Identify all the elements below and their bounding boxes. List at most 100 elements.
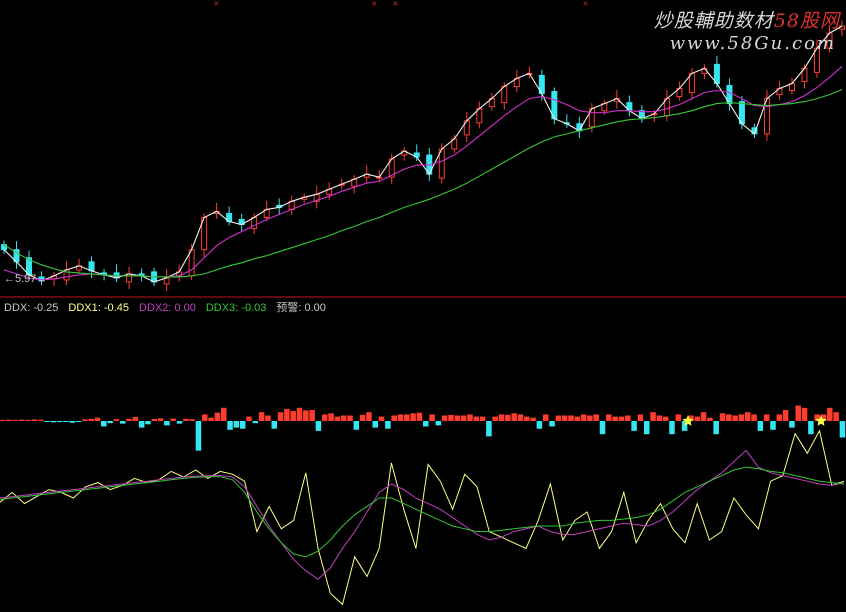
ddx-bar-positive [656,415,663,421]
ddx-bar-positive [277,412,284,421]
ddx-bar-positive [448,414,454,421]
ddx-bar-positive [751,414,757,421]
ddx-bar-positive [214,412,221,421]
ddx-bar-positive [284,408,290,421]
ddx-bar-positive [6,419,12,421]
ddx-bar-negative [372,421,379,428]
ddx-bar-positive [542,414,549,421]
ddx-bar-positive [782,410,789,421]
ddx-bar-positive [606,414,612,421]
ddx-bar-negative [643,421,650,435]
ddx-bar-negative [669,421,675,435]
ddx-bar-negative [227,421,233,430]
ddx-bar-positive [404,414,410,421]
ddx-bar-negative [599,421,606,435]
ddx-bar-negative [101,421,107,427]
ddx-bar-positive [220,407,227,421]
ddx-bar-positive [290,411,296,421]
ddx-bar-positive [574,416,581,421]
ddx-bar-negative [107,421,113,424]
ddx-bar-positive [334,416,341,421]
ddx-bar-negative [713,421,719,435]
ddx-bar-positive [265,415,271,421]
ddx-bar-positive [25,419,31,421]
stock-chart-window: × × × × 炒股輔助数材58股网 www.58Gu.com ←5.97 DDX: … [0,0,846,612]
ddx-bar-negative [423,421,429,427]
ddx-bar-positive [492,416,498,421]
ddx-bar-positive [650,412,656,421]
candle-up [126,273,133,283]
ddx-bar-positive [479,416,486,421]
ddx-bar-positive [208,417,214,421]
ddx-bar-positive [473,416,480,421]
ddx-bar-negative [631,421,637,431]
ddx-bar-positive [31,419,38,421]
ddx-bar-positive [763,414,770,421]
ddx-bar-positive [113,419,120,421]
ddx-bar-positive [744,412,751,421]
ddx-bar-positive [416,412,423,421]
watermark-line1: 炒股輔助数材58股网 [653,10,840,32]
ddx-bar-negative [164,421,170,426]
legend-item: DDX2: 0.00 [138,302,196,314]
ddx-bar-positive [202,414,208,421]
ddx-bar-positive [587,415,593,421]
ddx-bar-positive [391,415,397,421]
top-marker: × [392,0,399,8]
legend-item: DDX1: -0.45 [68,302,129,314]
watermark-url: www.58Gu.com [669,33,836,54]
ddx-bar-positive [347,415,353,421]
ddx-bar-negative [195,421,202,451]
ddx-bar-positive [795,405,802,421]
ddx-bar-positive [170,418,176,421]
ddx-bar-positive [132,417,139,421]
ddx-bar-negative [435,421,442,426]
ddx-bar-negative [63,421,69,422]
ddx3-line [0,466,845,558]
top-marker: × [213,0,220,8]
ddx-bar-positive [833,412,839,421]
ddx-bar-positive [397,414,404,421]
ddx-bar-positive [37,419,44,421]
ddx-bar-positive [0,419,6,421]
ddx-bar-negative [44,421,50,422]
ddx-bar-positive [429,414,435,421]
ddx-bar-positive [719,413,726,421]
ddx-bar-positive [366,412,372,421]
ddx-bar-positive [580,414,587,421]
ddx-bar-positive [441,415,448,421]
ddx-bar-negative [315,421,322,431]
ddx-bar-positive [662,416,669,421]
ddx-bar-positive [530,417,536,421]
ddx2-line [0,449,845,580]
ddx-bar-negative [75,421,82,423]
price-ma-magenta [3,65,843,281]
ddx-bar-negative [233,421,240,428]
ddx-bar-positive [296,407,303,421]
ddx-bar-positive [18,419,25,421]
ddx-bar-negative [138,421,145,428]
ddx-bar-positive [505,414,511,421]
ddx-bar-negative [536,421,543,429]
ddx-bar-positive [460,415,467,421]
ddx-bar-negative [56,421,63,423]
price-low-marker: ←5.97 [4,273,37,285]
ddx-bar-positive [707,417,713,421]
ddx-bar-positive [321,414,328,421]
ddx-bar-negative [50,421,57,423]
top-marker: × [582,0,589,8]
ddx-bar-positive [700,412,707,421]
ddx-bar-negative [808,421,814,435]
ddx-bar-positive [732,415,738,421]
ddx-bar-positive [498,414,505,421]
ddx-bar-positive [618,416,625,421]
price-ma-green [3,88,843,278]
ddx-bar-negative [770,421,776,430]
legend-item: DDX: -0.25 [4,302,59,314]
ddx-bar-positive [738,414,745,421]
ddx-bar-negative [252,421,259,424]
ddx-bar-negative [385,421,391,429]
ddx-bar-negative [271,421,277,429]
ddx-bar-positive [637,414,644,421]
ddx-bar-positive [82,419,88,421]
